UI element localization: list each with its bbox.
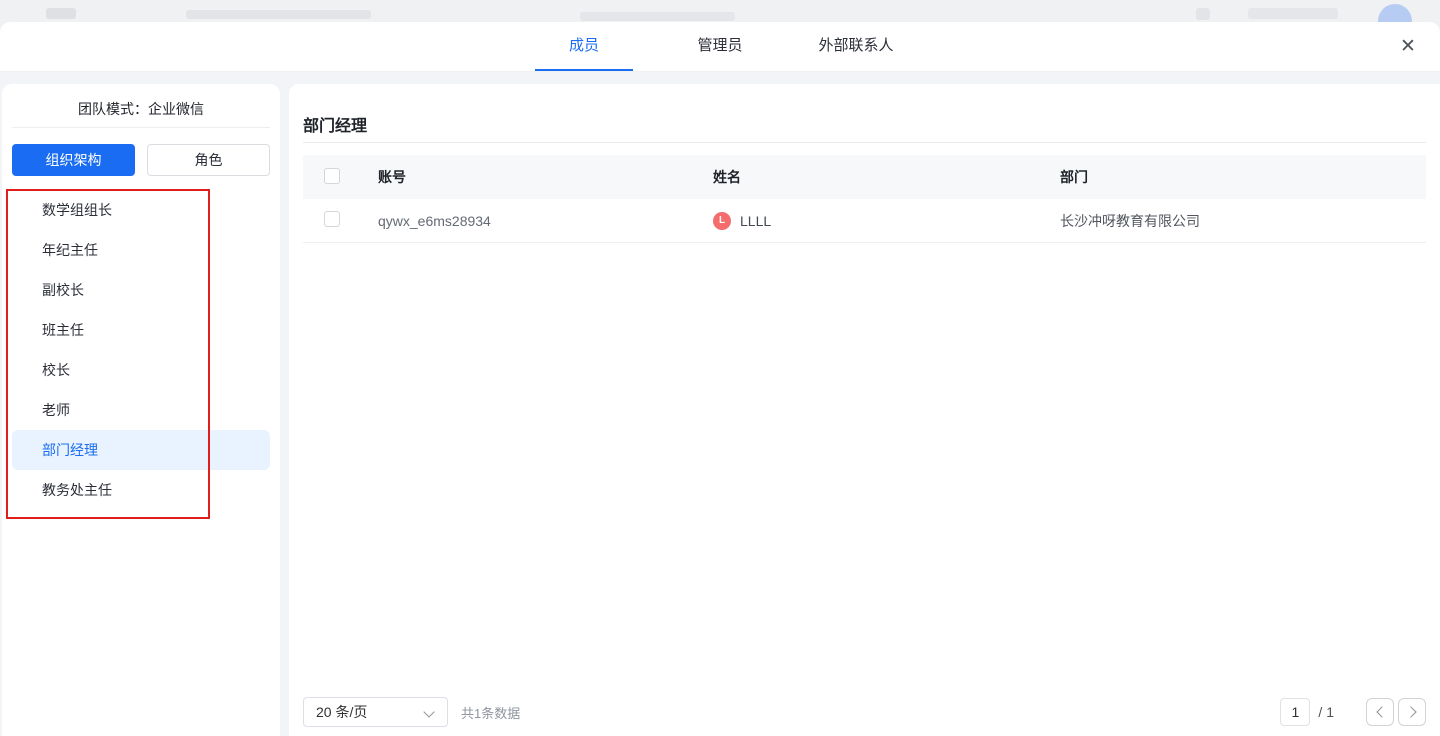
- total-pages-label: / 1: [1318, 704, 1334, 720]
- role-item-grade-director[interactable]: 年纪主任: [12, 230, 270, 270]
- background-nav-text: [186, 10, 371, 19]
- chevron-right-icon: [1408, 708, 1416, 716]
- background-title-text: [580, 12, 735, 21]
- select-all-checkbox[interactable]: [324, 168, 340, 184]
- close-icon[interactable]: ✕: [1394, 33, 1422, 61]
- column-header-department: 部门: [1041, 167, 1426, 187]
- page-size-select[interactable]: 20 条/页: [303, 697, 448, 727]
- main-panel: 部门经理 账号 姓名 部门 qywx_e6ms289: [289, 84, 1440, 736]
- pagination-bar: 20 条/页 共1条数据 / 1: [303, 697, 1426, 727]
- members-table: 账号 姓名 部门 qywx_e6ms28934 L LLLL 长沙冲: [303, 155, 1426, 243]
- role-item-vice-principal[interactable]: 副校长: [12, 270, 270, 310]
- account-cell: qywx_e6ms28934: [359, 213, 694, 229]
- member-name: LLLL: [740, 213, 771, 229]
- total-count-label: 共1条数据: [461, 703, 520, 722]
- page-number-input[interactable]: [1280, 698, 1310, 726]
- team-mode-label: 团队模式：企业微信: [12, 84, 270, 128]
- role-item-principal[interactable]: 校长: [12, 350, 270, 390]
- member-management-modal: 成员 管理员 外部联系人 ✕ 团队模式：企业微信 组织架构 角色 数学组组长 年…: [0, 22, 1440, 736]
- avatar: L: [713, 212, 731, 230]
- background-logo: [46, 8, 76, 19]
- row-checkbox[interactable]: [324, 211, 340, 227]
- tab-administrators[interactable]: 管理员: [671, 22, 769, 71]
- role-item-teacher[interactable]: 老师: [12, 390, 270, 430]
- role-list: 数学组组长 年纪主任 副校长 班主任 校长 老师 部门经理 教务处主任: [2, 190, 280, 510]
- tab-external-contacts[interactable]: 外部联系人: [807, 22, 905, 71]
- chevron-left-icon: [1376, 708, 1384, 716]
- prev-page-button[interactable]: [1366, 698, 1394, 726]
- role-item-class-teacher[interactable]: 班主任: [12, 310, 270, 350]
- background-page-strip: [0, 0, 1440, 22]
- background-icon-1: [1196, 8, 1210, 20]
- page-title: 部门经理: [303, 84, 1426, 143]
- modal-body: 团队模式：企业微信 组织架构 角色 数学组组长 年纪主任 副校长 班主任 校长 …: [0, 72, 1440, 736]
- column-header-account: 账号: [359, 167, 694, 187]
- tab-members[interactable]: 成员: [535, 22, 633, 71]
- role-item-academic-affairs-director[interactable]: 教务处主任: [12, 470, 270, 510]
- name-cell: L LLLL: [694, 212, 1041, 230]
- role-item-math-group-leader[interactable]: 数学组组长: [12, 190, 270, 230]
- role-item-department-manager[interactable]: 部门经理: [12, 430, 270, 470]
- background-avatar: [1378, 4, 1412, 22]
- chevron-down-icon: [425, 708, 433, 716]
- table-row: qywx_e6ms28934 L LLLL 长沙冲呀教育有限公司: [303, 199, 1426, 243]
- role-button[interactable]: 角色: [147, 144, 270, 176]
- page-size-value: 20 条/页: [316, 702, 367, 722]
- department-cell: 长沙冲呀教育有限公司: [1041, 211, 1426, 231]
- column-header-name: 姓名: [694, 167, 1041, 187]
- sidebar: 团队模式：企业微信 组织架构 角色 数学组组长 年纪主任 副校长 班主任 校长 …: [2, 84, 280, 736]
- background-icon-group: [1248, 8, 1338, 19]
- modal-header: 成员 管理员 外部联系人 ✕: [0, 22, 1440, 72]
- next-page-button[interactable]: [1398, 698, 1426, 726]
- table-header-row: 账号 姓名 部门: [303, 155, 1426, 199]
- org-structure-button[interactable]: 组织架构: [12, 144, 135, 176]
